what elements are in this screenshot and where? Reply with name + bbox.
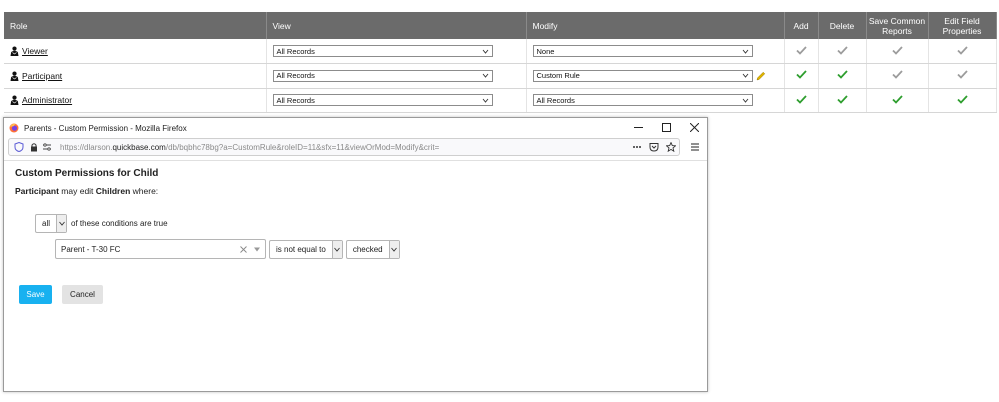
url-bar-actions: [632, 142, 676, 152]
role-user-icon: [10, 71, 19, 81]
edit-field-check-icon[interactable]: [956, 45, 968, 55]
header-role: Role: [4, 12, 267, 39]
role-link[interactable]: Participant: [22, 71, 62, 81]
chevron-down-icon[interactable]: [331, 240, 342, 258]
add-check-icon[interactable]: [795, 45, 807, 55]
pocket-icon[interactable]: [649, 142, 659, 152]
toolbar-divider: [4, 160, 707, 161]
view-cell: All Records: [266, 39, 527, 64]
role-user-icon: [10, 46, 19, 56]
field-select[interactable]: Parent - T-30 FC: [55, 239, 266, 259]
menu-icon[interactable]: [690, 142, 700, 152]
tracking-shield-icon[interactable]: [14, 142, 24, 152]
role-cell: Administrator: [4, 88, 267, 113]
url-bar[interactable]: https://dlarson.quickbase.com/db/bqbhc78…: [8, 138, 680, 156]
table-row: Participant All Records Custom Rule: [4, 63, 997, 89]
bookmark-star-icon[interactable]: [666, 142, 676, 152]
maximize-icon[interactable]: [661, 122, 671, 132]
permissions-icon[interactable]: [42, 142, 52, 152]
save-common-cell: [866, 63, 929, 89]
role-link[interactable]: Viewer: [22, 46, 48, 56]
condition-row: Parent - T-30 FC is not equal to checked: [55, 239, 400, 259]
modify-cell: None: [526, 39, 785, 64]
edit-field-check-icon[interactable]: [956, 70, 968, 80]
delete-cell: [818, 63, 867, 89]
caret-down-icon[interactable]: [254, 247, 260, 252]
chevron-down-icon[interactable]: [56, 215, 67, 232]
window-title: Parents - Custom Permission - Mozilla Fi…: [24, 123, 187, 133]
match-mode-select[interactable]: all: [35, 214, 68, 233]
header-view: View: [266, 12, 527, 39]
delete-check-icon[interactable]: [836, 70, 848, 80]
view-select[interactable]: All Records: [272, 69, 493, 82]
edit-field-cell: [928, 39, 997, 64]
save-common-cell: [866, 88, 929, 113]
header-modify: Modify: [526, 12, 785, 39]
edit-pencil-icon[interactable]: [756, 71, 766, 81]
header-add: Add: [784, 12, 819, 39]
header-save-common-reports: Save Common Reports: [866, 12, 929, 39]
save-common-check-icon[interactable]: [891, 45, 903, 55]
add-check-icon[interactable]: [795, 95, 807, 104]
window-controls: [633, 122, 699, 132]
role-user-icon: [10, 95, 19, 106]
role-cell: Participant: [4, 63, 267, 89]
delete-check-icon[interactable]: [836, 45, 848, 55]
role-cell: Viewer: [4, 39, 267, 64]
table-row: Viewer All Records None: [4, 39, 997, 64]
edit-field-check-icon[interactable]: [956, 95, 968, 104]
add-check-icon[interactable]: [795, 70, 807, 80]
firefox-logo-icon: [9, 123, 19, 133]
role-link[interactable]: Administrator: [22, 95, 72, 105]
add-cell: [784, 88, 819, 113]
modify-select[interactable]: None: [532, 45, 753, 57]
add-cell: [784, 63, 819, 89]
header-delete: Delete: [818, 12, 867, 39]
save-common-check-icon[interactable]: [891, 70, 903, 80]
header-edit-field-properties: Edit Field Properties: [928, 12, 997, 39]
url-text[interactable]: https://dlarson.quickbase.com/db/bqbhc78…: [60, 143, 439, 152]
field-select-value: Parent - T-30 FC: [61, 244, 121, 254]
clear-icon[interactable]: [240, 245, 247, 253]
match-mode-row: all of these conditions are true: [35, 214, 168, 233]
delete-check-icon[interactable]: [836, 95, 848, 104]
operator-select[interactable]: is not equal to: [269, 239, 343, 259]
modify-select[interactable]: All Records: [532, 94, 753, 107]
window-titlebar: Parents - Custom Permission - Mozilla Fi…: [4, 118, 707, 138]
cancel-button[interactable]: Cancel: [62, 285, 103, 304]
top-strip: [0, 0, 999, 12]
more-options-icon[interactable]: [632, 142, 642, 152]
add-cell: [784, 39, 819, 64]
save-common-check-icon[interactable]: [891, 95, 903, 104]
view-select[interactable]: All Records: [272, 45, 493, 57]
save-button[interactable]: Save: [19, 285, 52, 304]
delete-cell: [818, 39, 867, 64]
minimize-icon[interactable]: [633, 122, 643, 132]
view-cell: All Records: [266, 88, 527, 113]
view-cell: All Records: [266, 63, 527, 89]
save-common-cell: [866, 39, 929, 64]
edit-field-cell: [928, 88, 997, 113]
firefox-popup-window: Parents - Custom Permission - Mozilla Fi…: [3, 117, 708, 392]
edit-field-cell: [928, 63, 997, 89]
modify-cell: All Records: [526, 88, 785, 113]
modify-cell: Custom Rule: [526, 63, 785, 89]
delete-cell: [818, 88, 867, 113]
table-header-row: Role View Modify Add Delete Save Common …: [4, 12, 997, 39]
view-select[interactable]: All Records: [272, 94, 493, 107]
table-row: Administrator All Records All Records: [4, 88, 997, 113]
match-mode-text: of these conditions are true: [71, 219, 168, 228]
close-icon[interactable]: [689, 122, 699, 132]
dialog-title: Custom Permissions for Child: [15, 168, 159, 179]
role-permissions-table: Role View Modify Add Delete Save Common …: [4, 12, 997, 113]
dialog-subtitle: Participant may edit Children where:: [15, 186, 159, 196]
modify-select[interactable]: Custom Rule: [532, 69, 753, 82]
chevron-down-icon[interactable]: [388, 240, 399, 258]
value-select[interactable]: checked: [345, 239, 400, 259]
lock-icon[interactable]: [29, 142, 39, 152]
